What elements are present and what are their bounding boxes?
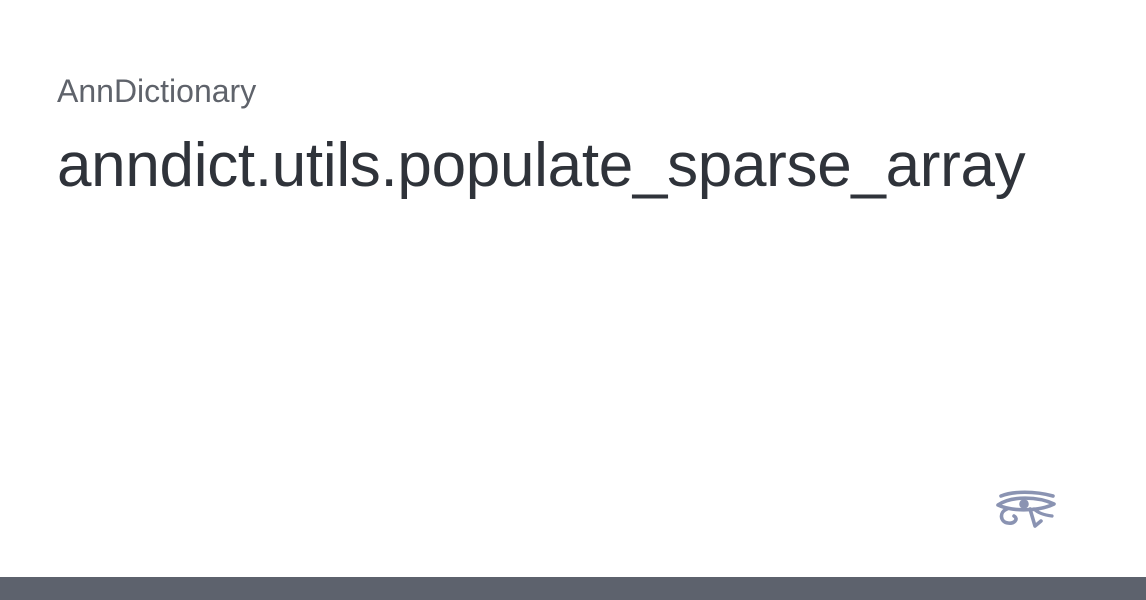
social-card: AnnDictionary anndict.utils.populate_spa… [0, 0, 1146, 600]
project-name: AnnDictionary [57, 73, 257, 109]
footer-bar [0, 577, 1146, 600]
page-title: anndict.utils.populate_sparse_array [57, 131, 1026, 200]
eye-of-horus-icon [996, 490, 1056, 528]
